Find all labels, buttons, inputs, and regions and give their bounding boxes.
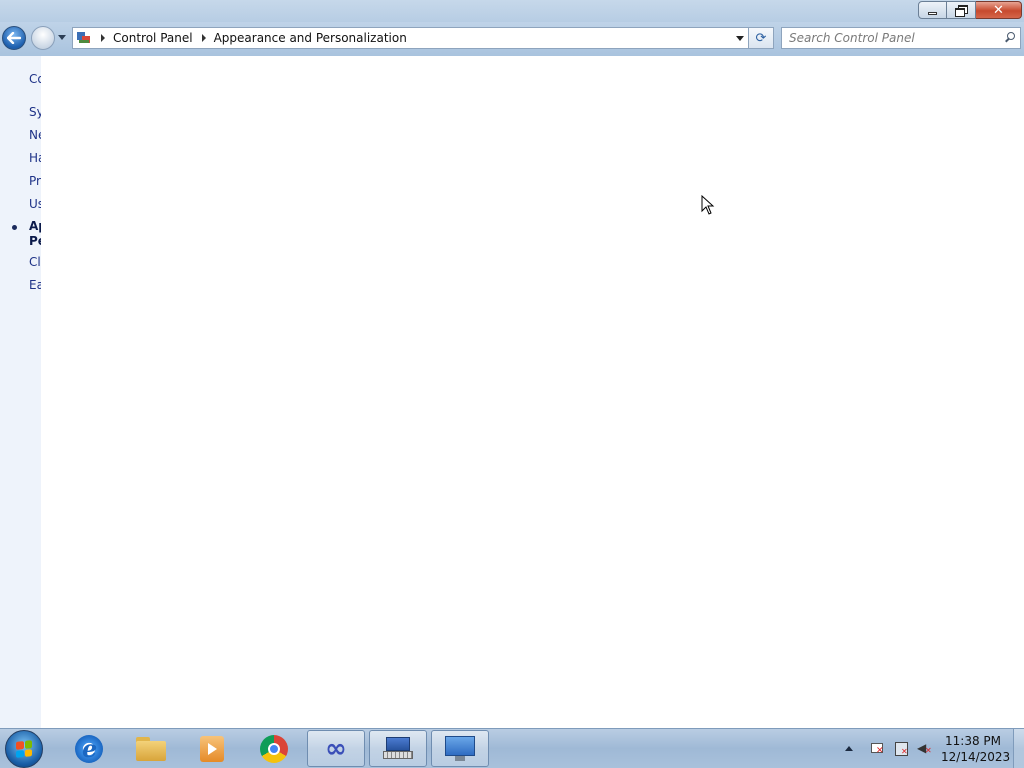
volume-muted-icon[interactable] (917, 741, 933, 757)
taskbar-control-panel[interactable] (431, 730, 489, 767)
show-hidden-icons-chevron-icon[interactable] (845, 746, 853, 751)
nav-link-label-line1: Ap (29, 219, 41, 233)
search-icon[interactable] (1005, 32, 1015, 42)
nav-link-ease-of-access[interactable]: Ea (29, 278, 41, 292)
close-icon: ✕ (993, 2, 1004, 18)
back-arrow-icon (7, 32, 21, 44)
recent-pages-dropdown[interactable] (58, 35, 66, 40)
breadcrumb-appearance-and-personalization[interactable]: Appearance and Personalization (214, 31, 407, 45)
breadcrumb-control-panel[interactable]: Control Panel (113, 31, 193, 45)
windows-start-orb (16, 740, 32, 758)
control-panel-address-icon (76, 31, 92, 45)
mouse-cursor-icon (701, 195, 715, 215)
nav-link-hardware[interactable]: Ha (29, 151, 41, 165)
address-bar[interactable]: Control Panel Appearance and Personaliza… (72, 27, 749, 49)
taskbar-chrome[interactable] (245, 730, 303, 767)
media-player-icon (200, 735, 224, 762)
taskbar-media-player[interactable] (183, 730, 241, 767)
current-item-bullet (12, 225, 17, 230)
nav-link-system[interactable]: Sy (29, 105, 41, 119)
nav-link-clock[interactable]: Cl (29, 255, 41, 269)
left-navigation-pane: Co Sy Ne Ha Pr Us Ap Pe Cl Ea (0, 56, 41, 728)
chrome-icon (260, 734, 288, 763)
nav-link-network[interactable]: Ne (29, 128, 41, 142)
restore-icon (955, 5, 968, 17)
forward-button[interactable] (31, 26, 55, 50)
taskbar-clock[interactable]: 11:38 PM 12/14/2023 (941, 733, 1011, 765)
control-panel-home-link[interactable]: Co (29, 72, 41, 86)
breadcrumb-separator-icon[interactable] (201, 34, 206, 42)
system-tray: 11:38 PM 12/14/2023 (845, 729, 1024, 768)
search-box[interactable] (781, 27, 1021, 49)
clock-time: 11:38 PM (945, 733, 1001, 748)
minimize-icon (928, 11, 937, 15)
nav-link-programs[interactable]: Pr (29, 174, 41, 188)
start-button[interactable] (5, 730, 43, 768)
infinity-app-icon: ∞ (325, 733, 347, 764)
internet-explorer-icon (75, 734, 103, 763)
nav-link-user-accounts[interactable]: Us (29, 197, 41, 211)
taskbar-windows-explorer[interactable] (122, 730, 180, 767)
window-controls: ✕ (918, 1, 1022, 19)
windows-explorer-icon (136, 736, 166, 761)
main-content-area (41, 56, 1024, 728)
search-input[interactable] (789, 29, 994, 47)
taskbar-internet-explorer[interactable] (60, 730, 118, 767)
back-button[interactable] (2, 26, 26, 50)
refresh-icon: ⟳ (755, 30, 767, 46)
refresh-button[interactable]: ⟳ (749, 27, 774, 49)
navigation-bar: Control Panel Appearance and Personaliza… (0, 22, 1024, 56)
clock-date: 12/14/2023 (941, 749, 1011, 764)
nav-link-appearance-current[interactable]: Ap Pe (29, 219, 41, 249)
action-center-flag-icon[interactable] (869, 741, 885, 757)
address-dropdown-icon[interactable] (736, 36, 744, 41)
restore-button[interactable] (947, 1, 976, 19)
minimize-button[interactable] (918, 1, 947, 19)
taskbar-infinity-app[interactable]: ∞ (307, 730, 365, 767)
nav-link-label-line2: Pe (29, 234, 41, 248)
close-button[interactable]: ✕ (976, 1, 1022, 19)
show-desktop-button[interactable] (1013, 729, 1024, 768)
onscreen-keyboard-icon (383, 736, 413, 761)
taskbar: ∞ 11:38 PM 12/14/2023 (0, 728, 1024, 768)
network-icon[interactable] (893, 741, 909, 757)
breadcrumb-separator-icon[interactable] (101, 34, 105, 42)
taskbar-onscreen-keyboard[interactable] (369, 730, 427, 767)
control-panel-icon (445, 735, 475, 762)
title-bar: ✕ (0, 0, 1024, 22)
